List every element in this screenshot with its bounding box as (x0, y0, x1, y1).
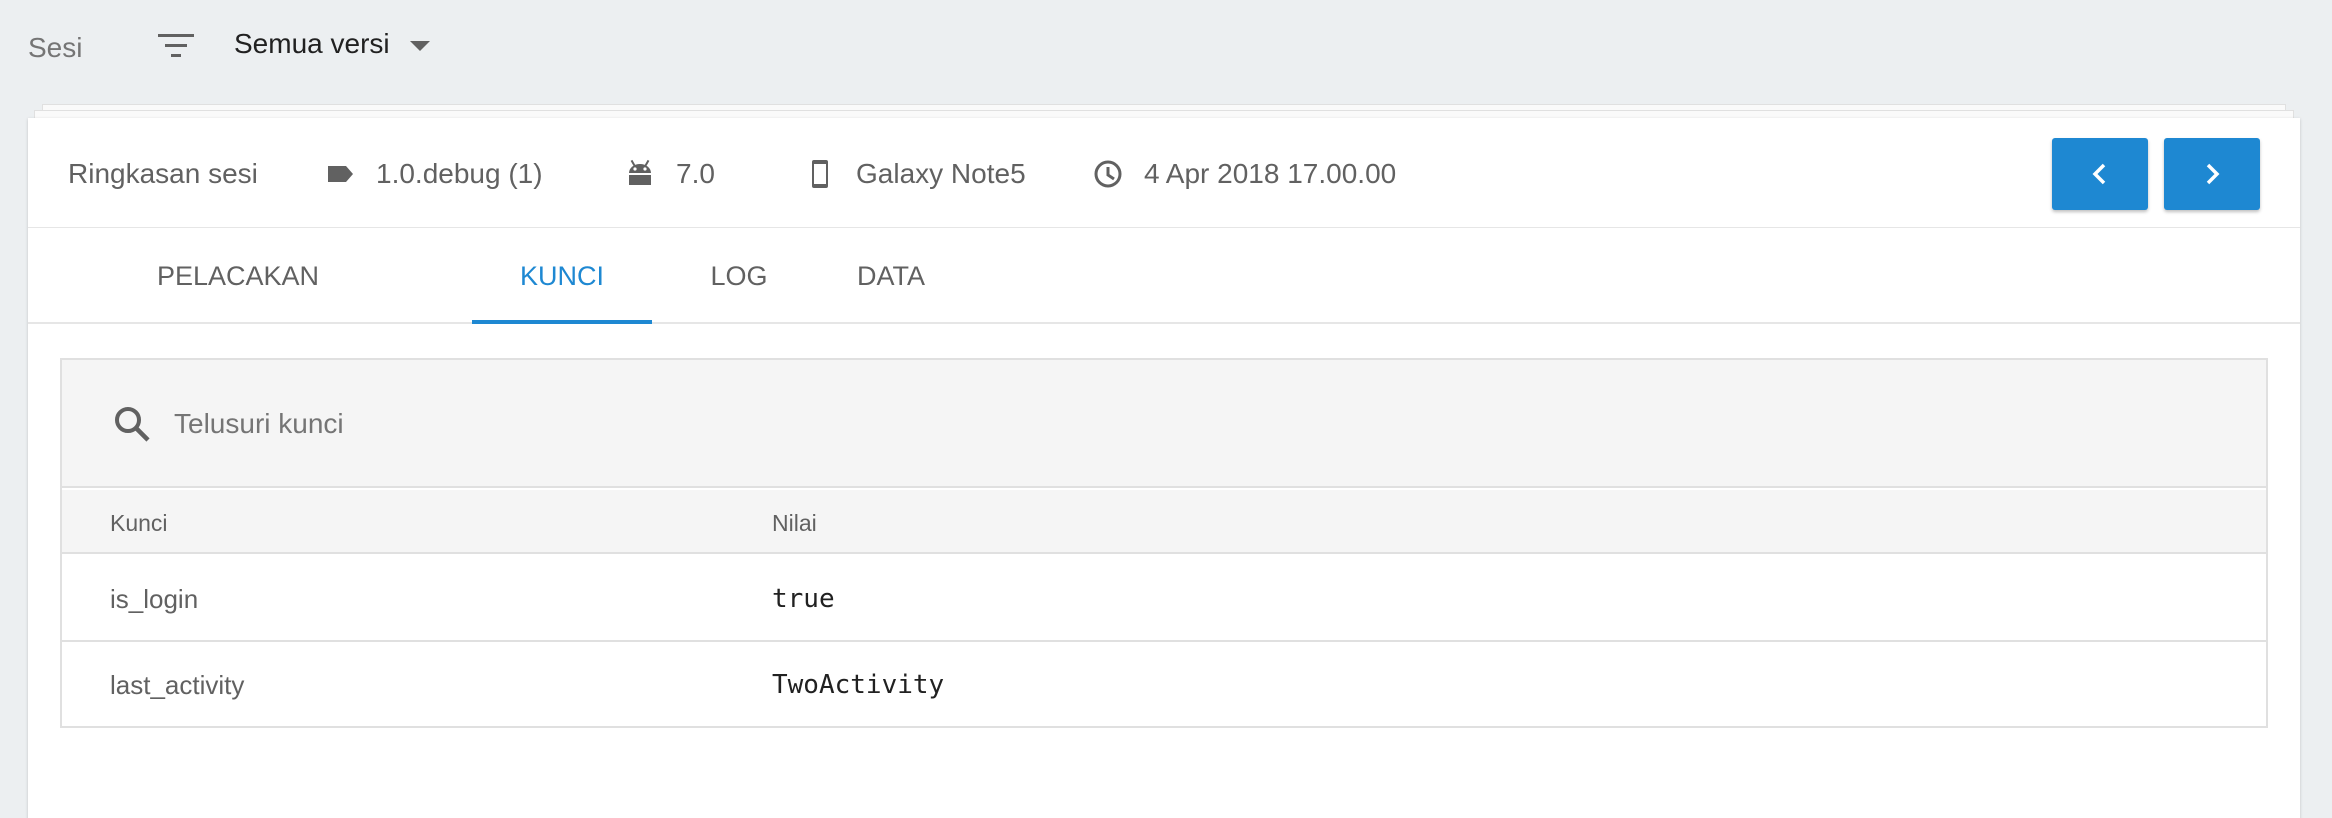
previous-session-button[interactable] (2052, 138, 2148, 210)
table-row: is_login true (62, 556, 2266, 642)
summary-title: Ringkasan sesi (68, 158, 258, 189)
version-filter-dropdown[interactable]: Semua versi (234, 28, 430, 60)
session-time: 4 Apr 2018 17.00.00 (1092, 158, 1396, 190)
table-row: last_activity TwoActivity (62, 642, 2266, 728)
key-value: true (772, 584, 835, 614)
clock-icon (1092, 158, 1124, 190)
session-summary: Ringkasan sesi 1.0.debug (1) 7.0 Galaxy … (28, 118, 2300, 228)
session-tabs: PELACAKAN TUMPUKAN KUNCI LOG DATA (28, 228, 2300, 387)
smartphone-icon (804, 158, 836, 190)
session-time-text: 4 Apr 2018 17.00.00 (1144, 158, 1397, 189)
key-search-bar (62, 360, 2266, 488)
key-name: last_activity (110, 670, 245, 700)
key-name: is_login (110, 584, 199, 614)
chevron-left-icon (2092, 163, 2106, 185)
session-card: Ringkasan sesi 1.0.debug (1) 7.0 Galaxy … (28, 118, 2300, 818)
keys-table: Kunci Nilai is_login true last_activity … (60, 358, 2268, 728)
key-search-input[interactable] (174, 394, 1974, 454)
dropdown-arrow-icon (409, 41, 430, 51)
section-label: Sesi (28, 32, 83, 63)
app-version: 1.0.debug (1) (324, 158, 543, 190)
android-icon (624, 158, 656, 190)
table-header: Kunci Nilai (62, 490, 2266, 554)
column-header-value: Nilai (772, 510, 817, 536)
tab-keys[interactable]: KUNCI (472, 228, 652, 324)
chevron-right-icon (2206, 163, 2220, 185)
tab-logs[interactable]: LOG (684, 228, 794, 324)
tab-data[interactable]: DATA (828, 228, 954, 324)
os-version-text: 7.0 (676, 158, 715, 189)
version-filter-label: Semua versi (234, 28, 390, 59)
os-version: 7.0 (624, 158, 715, 190)
column-header-key: Kunci (110, 510, 168, 536)
filter-list-icon[interactable] (156, 30, 196, 62)
top-toolbar: Sesi Semua versi (0, 0, 2332, 96)
next-session-button[interactable] (2164, 138, 2260, 210)
key-value: TwoActivity (772, 670, 945, 700)
search-icon (112, 404, 152, 444)
app-version-text: 1.0.debug (1) (376, 158, 543, 189)
device-model: Galaxy Note5 (804, 158, 1026, 190)
label-icon (324, 158, 356, 190)
tab-stack-trace[interactable]: PELACAKAN TUMPUKAN (88, 228, 388, 387)
device-model-text: Galaxy Note5 (856, 158, 1026, 189)
